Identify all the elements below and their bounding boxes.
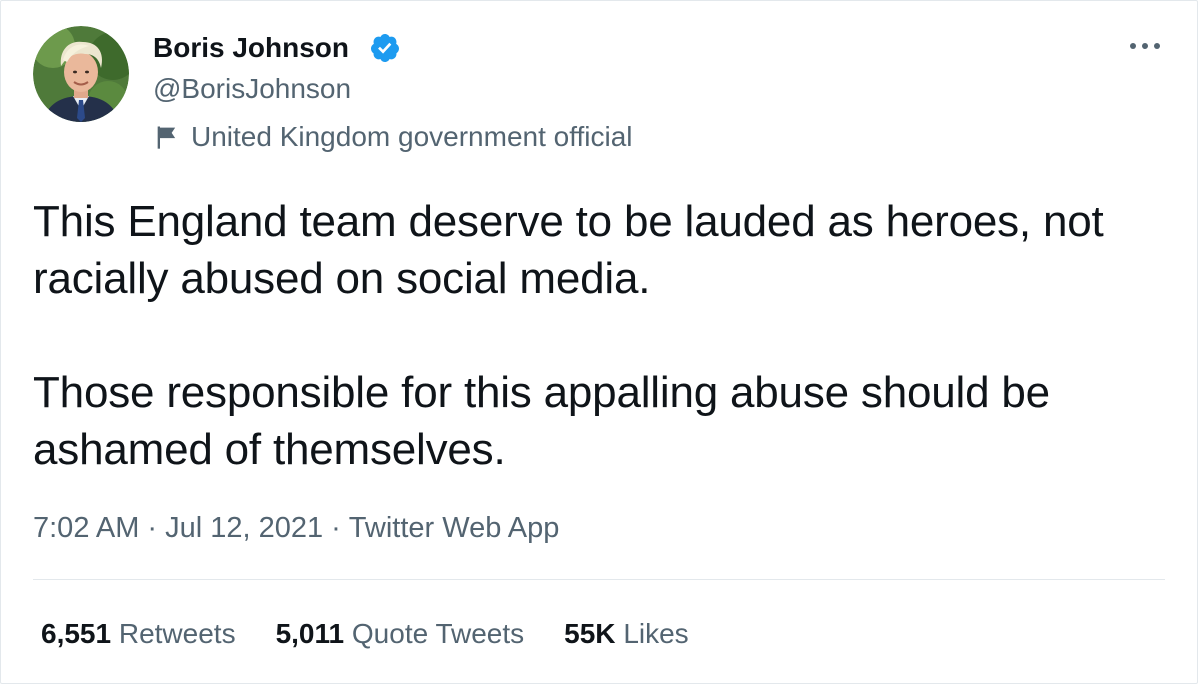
tweet-date[interactable]: Jul 12, 2021 — [165, 512, 323, 544]
flag-icon — [157, 126, 176, 149]
tweet-paragraph: Those responsible for this appalling abu… — [33, 368, 1050, 474]
likes-stat[interactable]: 55K Likes — [564, 617, 689, 651]
verified-badge-icon — [370, 34, 399, 62]
tweet-text: This England team deserve to be lauded a… — [33, 193, 1163, 478]
display-name[interactable]: Boris Johnson — [153, 31, 349, 65]
handle[interactable]: @BorisJohnson — [153, 72, 351, 106]
quote-tweets-stat[interactable]: 5,011 Quote Tweets — [276, 617, 525, 651]
government-label: United Kingdom government official — [153, 119, 633, 155]
separator: · — [147, 512, 158, 544]
avatar[interactable] — [33, 26, 129, 122]
quote-tweets-count: 5,011 — [275, 618, 345, 649]
tweet-metadata: 7:02 AM · Jul 12, 2021 · Twitter Web App — [33, 510, 559, 546]
tweet-card: Boris Johnson @BorisJohnson United Kingd… — [0, 0, 1198, 684]
tweet-time[interactable]: 7:02 AM — [33, 512, 139, 544]
divider — [33, 579, 1165, 580]
government-label-text: United Kingdom government official — [191, 121, 633, 152]
likes-label: Likes — [623, 618, 689, 649]
retweets-label: Retweets — [118, 618, 236, 649]
avatar-image — [33, 26, 129, 122]
tweet-paragraph: This England team deserve to be lauded a… — [33, 197, 1104, 303]
retweets-count: 6,551 — [41, 618, 112, 649]
likes-count: 55K — [564, 618, 616, 649]
more-options-icon[interactable] — [1125, 31, 1165, 61]
engagement-stats: 6,551 Retweets 5,011 Quote Tweets 55K Li… — [41, 617, 729, 651]
tweet-source[interactable]: Twitter Web App — [349, 512, 560, 544]
retweets-stat[interactable]: 6,551 Retweets — [41, 617, 236, 651]
quote-tweets-label: Quote Tweets — [351, 618, 525, 649]
separator: · — [331, 512, 341, 544]
